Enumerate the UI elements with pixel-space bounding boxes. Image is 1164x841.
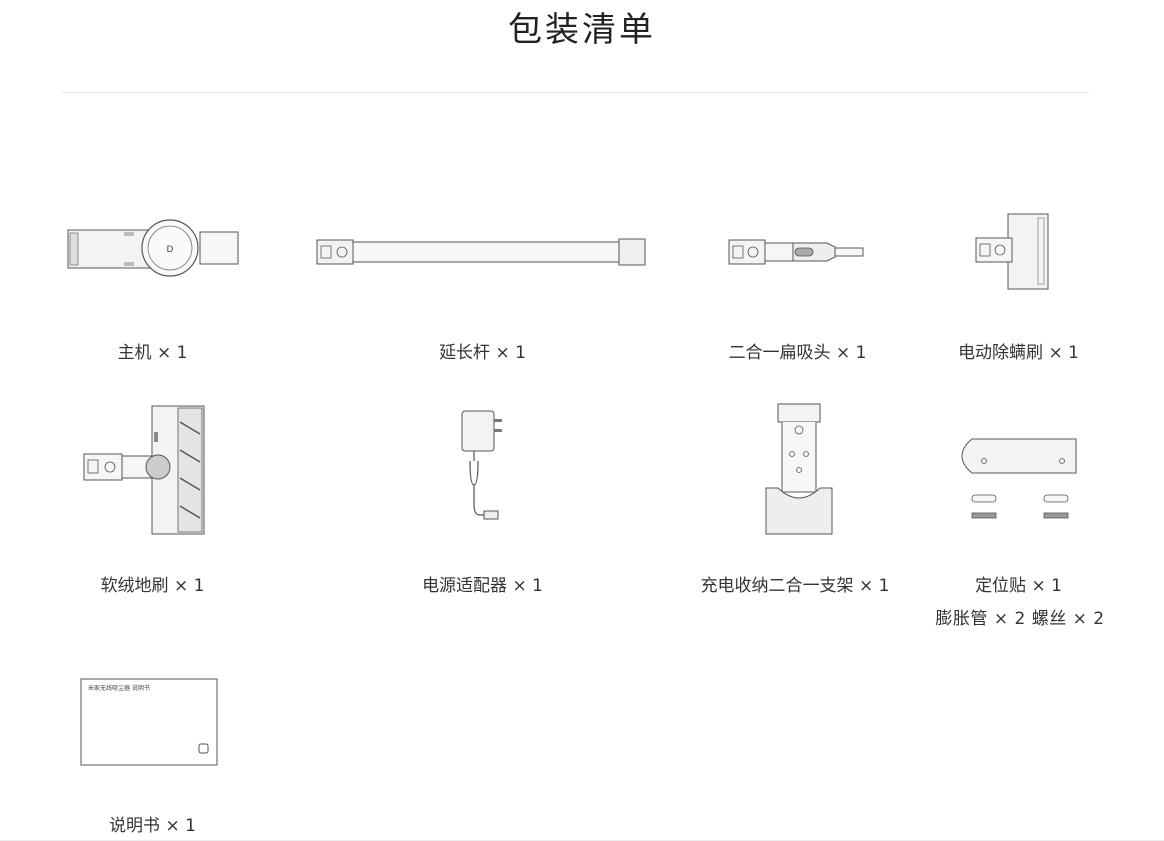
- title-divider: [62, 92, 1089, 93]
- item-label-charging-stand: 充电收纳二合一支架 × 1: [700, 576, 890, 596]
- item-label-flat-nozzle: 二合一扁吸头 × 1: [728, 343, 867, 363]
- item-label-mite-brush: 电动除螨刷 × 1: [958, 343, 1079, 363]
- charging-stand-icon: [765, 403, 833, 535]
- item-label-extension-rod: 延长杆 × 1: [439, 343, 526, 363]
- svg-text:D: D: [167, 245, 174, 255]
- manual-icon: 米家无线吸尘器 说明书: [80, 678, 218, 766]
- power-adapter-icon: [461, 410, 502, 520]
- item-label-power-adapter: 电源适配器 × 1: [422, 576, 543, 596]
- extension-rod-icon: [316, 238, 646, 266]
- item-label-floor-brush: 软绒地刷 × 1: [100, 576, 205, 596]
- item-label-positioning-sticker: 定位贴 × 1: [975, 576, 1062, 596]
- positioning-sticker-icon: [961, 438, 1077, 519]
- item-label-main-unit: 主机 × 1: [117, 343, 188, 363]
- item-label-manual: 说明书 × 1: [109, 816, 196, 836]
- electric-mite-brush-icon: [975, 213, 1049, 290]
- main-unit-icon: D: [67, 219, 239, 277]
- 2in1-flat-nozzle-icon: [728, 239, 864, 265]
- soft-floor-brush-icon: [83, 405, 205, 535]
- item-sublabel-screws: 膨胀管 × 2 螺丝 × 2: [935, 609, 1105, 629]
- page-title: 包装清单: [508, 10, 656, 50]
- manual-cover-text: 米家无线吸尘器 说明书: [88, 684, 150, 692]
